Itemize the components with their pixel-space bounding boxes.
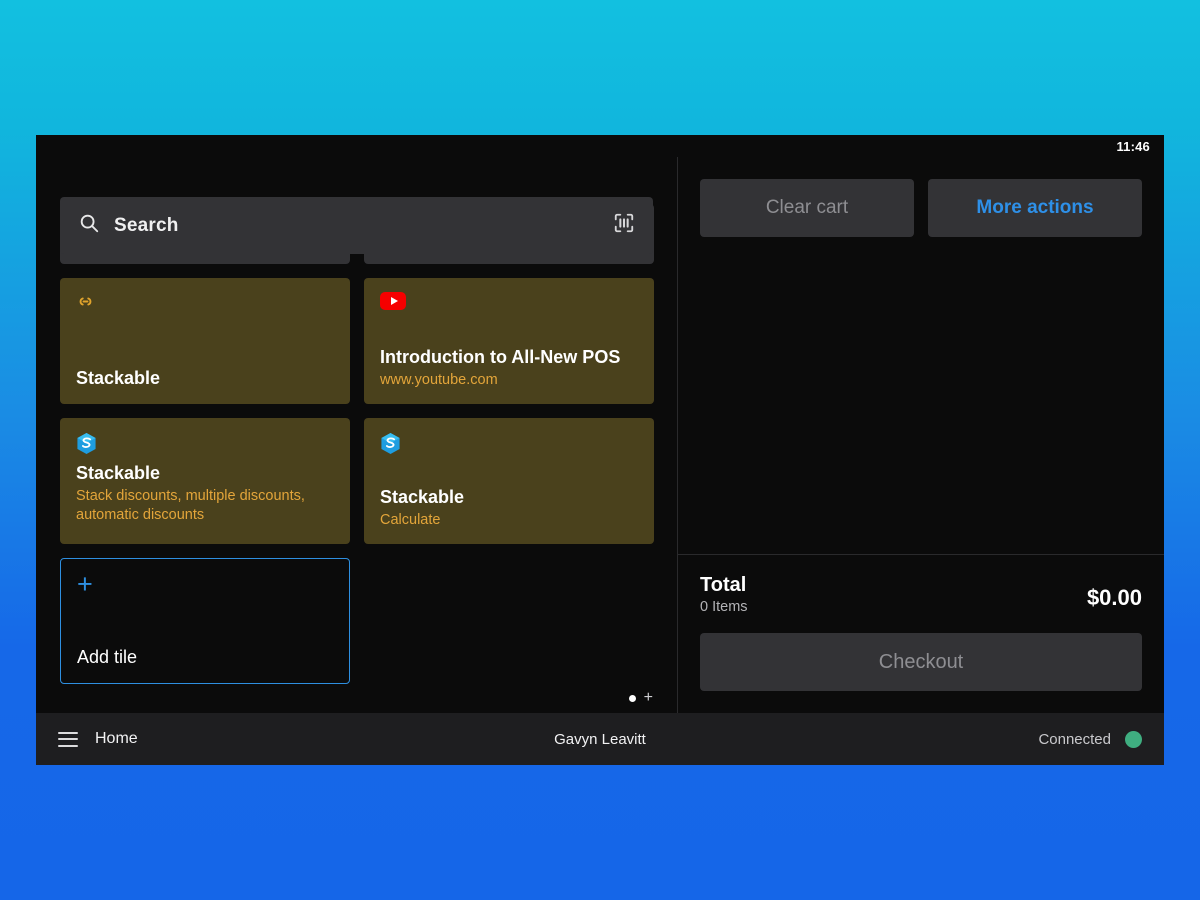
cart-pane: Clear cart More actions Total 0 Items $0… <box>677 157 1164 713</box>
cart-action-buttons: Clear cart More actions <box>678 157 1164 237</box>
clear-cart-button[interactable]: Clear cart <box>700 179 914 237</box>
cart-total-labels: Total 0 Items <box>700 573 748 617</box>
connection-status-dot <box>1125 731 1142 748</box>
more-actions-button[interactable]: More actions <box>928 179 1142 237</box>
youtube-icon <box>380 292 406 310</box>
tile-add-tile[interactable]: + Add tile <box>60 558 350 684</box>
home-label[interactable]: Home <box>95 730 138 748</box>
cart-total-amount: $0.00 <box>1087 585 1142 611</box>
tile-icon-row <box>76 432 334 458</box>
cart-total-label: Total <box>700 573 748 597</box>
stackable-logo-icon <box>380 432 638 455</box>
pos-app-window: 11:46 Apply discount Ship to customer <box>36 135 1164 765</box>
search-input[interactable]: Search <box>114 215 599 237</box>
tile-spacer <box>380 322 638 346</box>
stackable-logo-icon <box>76 432 334 455</box>
tile-icon-row <box>76 292 334 318</box>
tile-youtube-intro[interactable]: Introduction to All-New POS www.youtube.… <box>364 278 654 404</box>
link-icon <box>76 292 334 311</box>
add-page-icon[interactable]: + <box>644 693 653 703</box>
bottom-navigation-bar: Home Gavyn Leavitt Connected <box>36 713 1164 765</box>
hamburger-menu-icon[interactable] <box>58 732 78 747</box>
plus-icon: + <box>77 569 93 599</box>
status-bar: 11:46 <box>36 135 1164 157</box>
cart-footer: Total 0 Items $0.00 Checkout <box>678 554 1164 713</box>
connection-status-label: Connected <box>1038 731 1111 748</box>
current-user-name: Gavyn Leavitt <box>36 731 1164 748</box>
search-bar-container: Search <box>60 197 653 254</box>
tile-page-indicator[interactable]: + <box>629 693 653 703</box>
search-icon <box>78 212 100 239</box>
tile-title: Stackable <box>76 367 334 390</box>
tile-subtitle: Calculate <box>380 511 638 530</box>
tiles-pane: Apply discount Ship to customer <box>36 157 677 713</box>
tile-subtitle: Stack discounts, multiple discounts, aut… <box>76 487 334 525</box>
tile-spacer <box>76 322 334 367</box>
tile-stackable-link[interactable]: Stackable <box>60 278 350 404</box>
tile-icon-row <box>380 432 638 458</box>
cart-total-row: Total 0 Items $0.00 <box>700 573 1142 617</box>
tile-spacer <box>77 603 333 646</box>
tile-subtitle: www.youtube.com <box>380 371 638 390</box>
barcode-scan-icon[interactable] <box>613 212 635 239</box>
page-dot-1[interactable] <box>629 695 636 702</box>
tile-icon-row <box>380 292 638 318</box>
cart-item-count: 0 Items <box>700 598 748 617</box>
tile-icon-row: + <box>77 573 333 599</box>
search-bar[interactable]: Search <box>60 197 653 254</box>
tile-title: Add tile <box>77 646 333 669</box>
tile-stackable-calculate[interactable]: Stackable Calculate <box>364 418 654 544</box>
tile-grid: Apply discount Ship to customer <box>60 229 653 684</box>
tile-title: Stackable <box>380 486 638 509</box>
bottom-bar-right: Connected <box>1038 731 1142 748</box>
main-panes: Apply discount Ship to customer <box>36 157 1164 713</box>
cart-line-items-area <box>678 237 1164 554</box>
bottom-bar-left: Home <box>58 730 138 748</box>
tile-title: Introduction to All-New POS <box>380 346 638 369</box>
tile-stackable-discounts[interactable]: Stackable Stack discounts, multiple disc… <box>60 418 350 544</box>
status-bar-clock: 11:46 <box>1116 139 1150 154</box>
tile-spacer <box>380 462 638 486</box>
checkout-button[interactable]: Checkout <box>700 633 1142 691</box>
tile-title: Stackable <box>76 462 334 485</box>
